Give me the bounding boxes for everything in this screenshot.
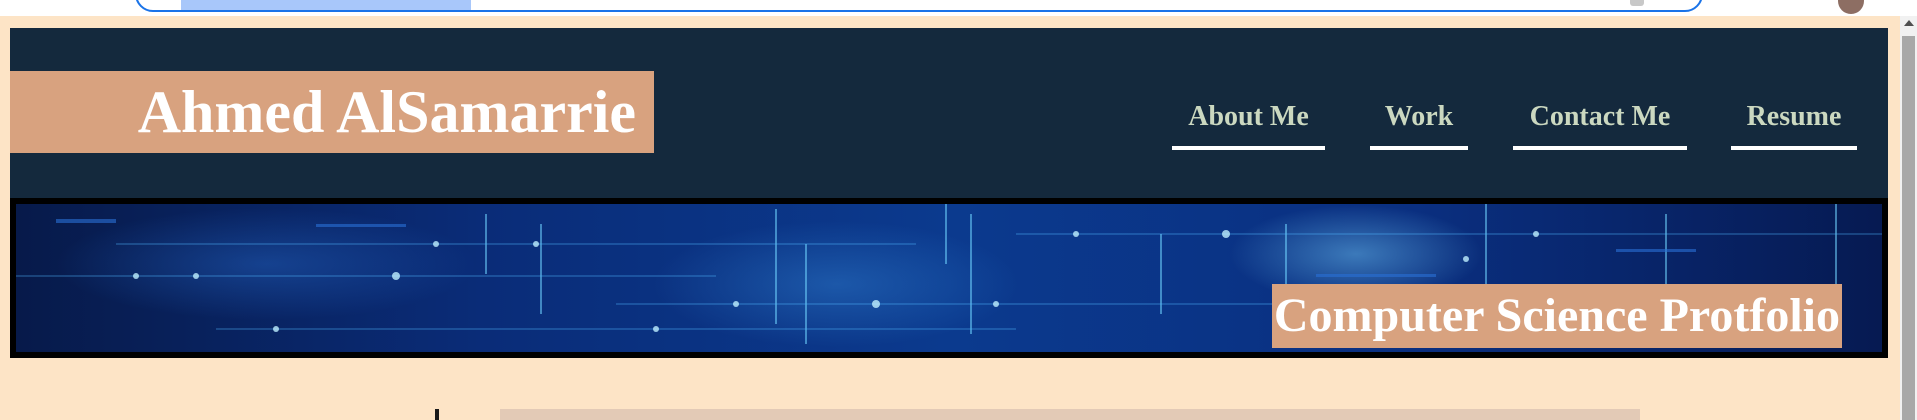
nav-link-resume[interactable]: Resume xyxy=(1731,98,1857,150)
avatar-icon[interactable] xyxy=(1838,0,1864,14)
tagline-box: Computer Science Protfolio xyxy=(1271,284,1842,348)
hero-banner: Computer Science Protfolio xyxy=(10,198,1888,358)
scrollbar-thumb[interactable] xyxy=(1902,36,1915,420)
page-scrollbar[interactable] xyxy=(1900,16,1917,420)
circuit-background-image: Computer Science Protfolio xyxy=(16,204,1882,352)
content-panel xyxy=(500,409,1640,420)
site-header: Ahmed AlSamarrie About Me Work Contact M… xyxy=(10,28,1888,198)
site-name: Ahmed AlSamarrie xyxy=(137,79,636,145)
site-name-box: Ahmed AlSamarrie xyxy=(10,71,654,153)
tagline: Computer Science Protfolio xyxy=(1273,289,1840,342)
nav-link-work[interactable]: Work xyxy=(1370,98,1468,150)
browser-toolbar xyxy=(0,0,1917,17)
address-text-selection xyxy=(181,0,471,10)
content-divider xyxy=(435,409,439,420)
page-body: Ahmed AlSamarrie About Me Work Contact M… xyxy=(0,16,1900,420)
nav-link-about-me[interactable]: About Me xyxy=(1172,98,1325,150)
address-bar[interactable] xyxy=(135,0,1703,12)
nav-link-contact-me[interactable]: Contact Me xyxy=(1513,98,1687,150)
extension-icon[interactable] xyxy=(1630,0,1644,6)
scroll-up-arrow-icon[interactable] xyxy=(1904,20,1914,26)
